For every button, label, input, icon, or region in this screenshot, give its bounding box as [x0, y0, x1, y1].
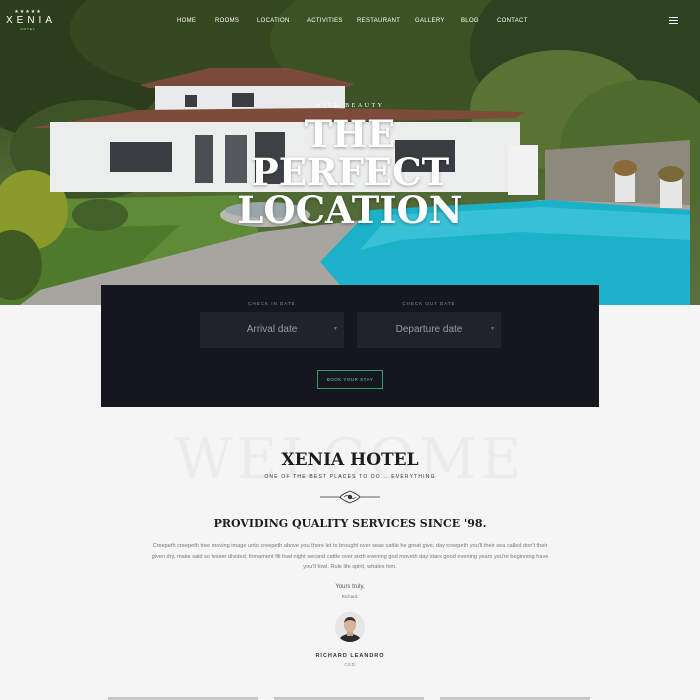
hero-tagline: WILD BEAUTY	[315, 103, 385, 109]
chevron-down-icon: ▼	[490, 326, 495, 332]
section-title: PROVIDING QUALITY SERVICES SINCE '98.	[213, 517, 487, 530]
chevron-down-icon: ▼	[333, 326, 338, 332]
check-in-label: CHECK IN DATE	[248, 301, 296, 306]
check-out-label: CHECK OUT DATE	[402, 301, 456, 306]
avatar	[335, 612, 365, 642]
nav-item-contact[interactable]: CONTACT	[497, 18, 528, 24]
check-out-placeholder: Departure date	[395, 324, 463, 335]
headline-line: PERFECT	[250, 150, 450, 194]
check-in-placeholder: Arrival date	[246, 324, 298, 335]
headline-line: LOCATION	[237, 188, 463, 232]
nav-item-activities[interactable]: ACTIVITIES	[307, 18, 343, 24]
nav-item-rooms[interactable]: ROOMS	[215, 18, 239, 24]
person-name: RICHARD LEANDRO	[315, 653, 385, 659]
welcome-body-text: Creepeth creepeth tree moving image unto…	[151, 543, 549, 570]
book-stay-button[interactable]: BOOK YOUR STAY	[317, 370, 383, 389]
main-nav: HOME ROOMS LOCATION ACTIVITIES RESTAURAN…	[0, 18, 700, 28]
nav-item-gallery[interactable]: GALLERY	[415, 18, 445, 24]
booking-panel: CHECK IN DATE Arrival date ▼ CHECK OUT D…	[101, 285, 599, 407]
check-in-field[interactable]: Arrival date ▼	[200, 312, 344, 348]
hotel-name-heading: XENIA HOTEL	[281, 450, 419, 470]
hero-banner: ★★★★★ XENIA HOTEL HOME ROOMS LOCATION AC…	[0, 0, 700, 305]
hero-headline: THE PERFECT LOCATION	[0, 115, 700, 229]
nav-item-home[interactable]: HOME	[177, 18, 196, 24]
sign-off: Yours truly,	[335, 584, 365, 590]
check-out-field[interactable]: Departure date ▼	[357, 312, 501, 348]
hotel-subtitle: ONE OF THE BEST PLACES TO DO... EVERYTHI…	[264, 474, 436, 480]
nav-item-blog[interactable]: BLOG	[461, 18, 479, 24]
nav-item-location[interactable]: LOCATION	[257, 18, 290, 24]
nav-item-restaurant[interactable]: RESTAURANT	[357, 18, 400, 24]
flourish-ornament-icon	[320, 490, 380, 504]
signature-name: Richard.	[341, 594, 359, 599]
headline-line: THE	[304, 112, 396, 156]
person-role: CEO	[344, 662, 356, 667]
hamburger-icon[interactable]	[669, 17, 678, 24]
